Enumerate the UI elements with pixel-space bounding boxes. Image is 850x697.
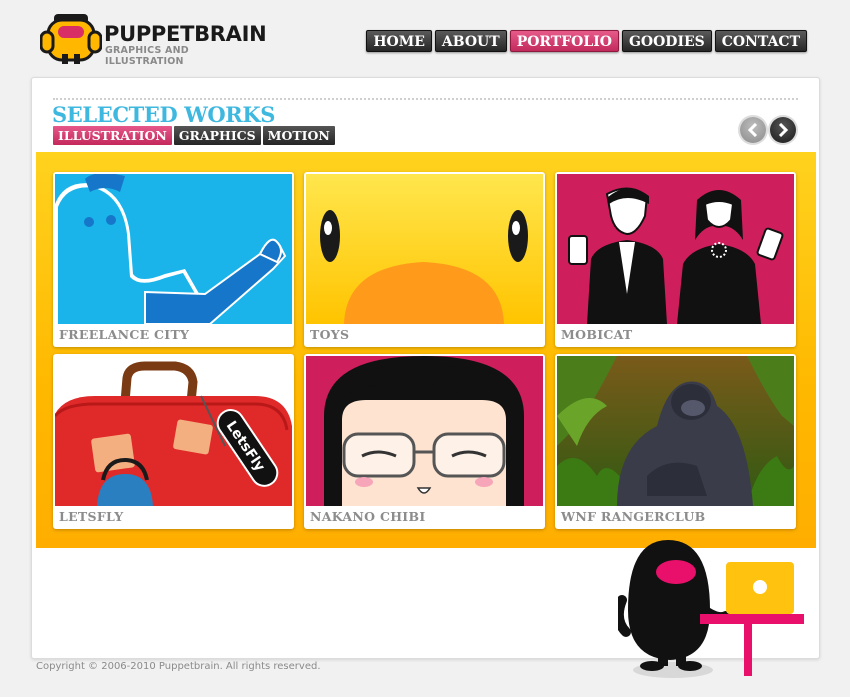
dotted-divider [53, 98, 798, 100]
prev-button[interactable] [740, 117, 766, 143]
work-label: NAKANO CHIBI [310, 509, 426, 524]
mobicat-illustration [557, 174, 794, 324]
slider-arrows [740, 117, 796, 143]
freelance-city-illustration [55, 174, 292, 324]
work-label: TOYS [310, 327, 350, 342]
wnf-rangerclub-illustration [557, 356, 794, 506]
work-item-wnf-rangerclub[interactable]: WNF RANGERCLUB [555, 354, 796, 529]
work-item-letsfly[interactable]: LetsFly LETSFLY [53, 354, 294, 529]
work-label: FREELANCE CITY [59, 327, 190, 342]
brand-name: PUPPETBRAIN [104, 22, 267, 46]
nav-home[interactable]: HOME [366, 30, 432, 52]
copyright-text: Copyright © 2006-2010 Puppetbrain. All r… [36, 661, 321, 672]
nav-goodies[interactable]: GOODIES [621, 30, 712, 52]
work-item-mobicat[interactable]: MOBICAT [555, 172, 796, 347]
section-title: SELECTED WORKS [52, 102, 275, 127]
works-grid: FREELANCE CITY TOYS MOBICAT LetsFly LETS… [36, 152, 816, 548]
nav-about[interactable]: ABOUT [434, 30, 507, 52]
nav-contact[interactable]: CONTACT [714, 30, 807, 52]
toys-illustration [306, 174, 543, 324]
tab-illustration[interactable]: ILLUSTRATION [53, 126, 172, 145]
logo[interactable]: PUPPETBRAIN GRAPHICS AND ILLUSTRATION [40, 12, 270, 68]
chevron-left-icon [747, 123, 758, 137]
puppetbrain-mascot-icon [40, 14, 102, 64]
nakano-chibi-illustration [306, 356, 543, 506]
letsfly-illustration: LetsFly [55, 356, 292, 506]
work-item-toys[interactable]: TOYS [304, 172, 545, 347]
main-nav: HOME ABOUT PORTFOLIO GOODIES CONTACT [366, 30, 807, 52]
category-tabs: ILLUSTRATION GRAPHICS MOTION [53, 126, 335, 145]
work-item-freelance-city[interactable]: FREELANCE CITY [53, 172, 294, 347]
chevron-right-icon [778, 123, 789, 137]
work-label: LETSFLY [59, 509, 124, 524]
work-item-nakano-chibi[interactable]: NAKANO CHIBI [304, 354, 545, 529]
nav-portfolio[interactable]: PORTFOLIO [509, 30, 619, 52]
work-label: WNF RANGERCLUB [561, 509, 706, 524]
mascot-laptop-illustration [618, 540, 804, 678]
tab-graphics[interactable]: GRAPHICS [173, 126, 261, 145]
next-button[interactable] [770, 117, 796, 143]
brand-tagline: GRAPHICS AND ILLUSTRATION [105, 45, 189, 67]
work-label: MOBICAT [561, 327, 633, 342]
tab-motion[interactable]: MOTION [262, 126, 335, 145]
